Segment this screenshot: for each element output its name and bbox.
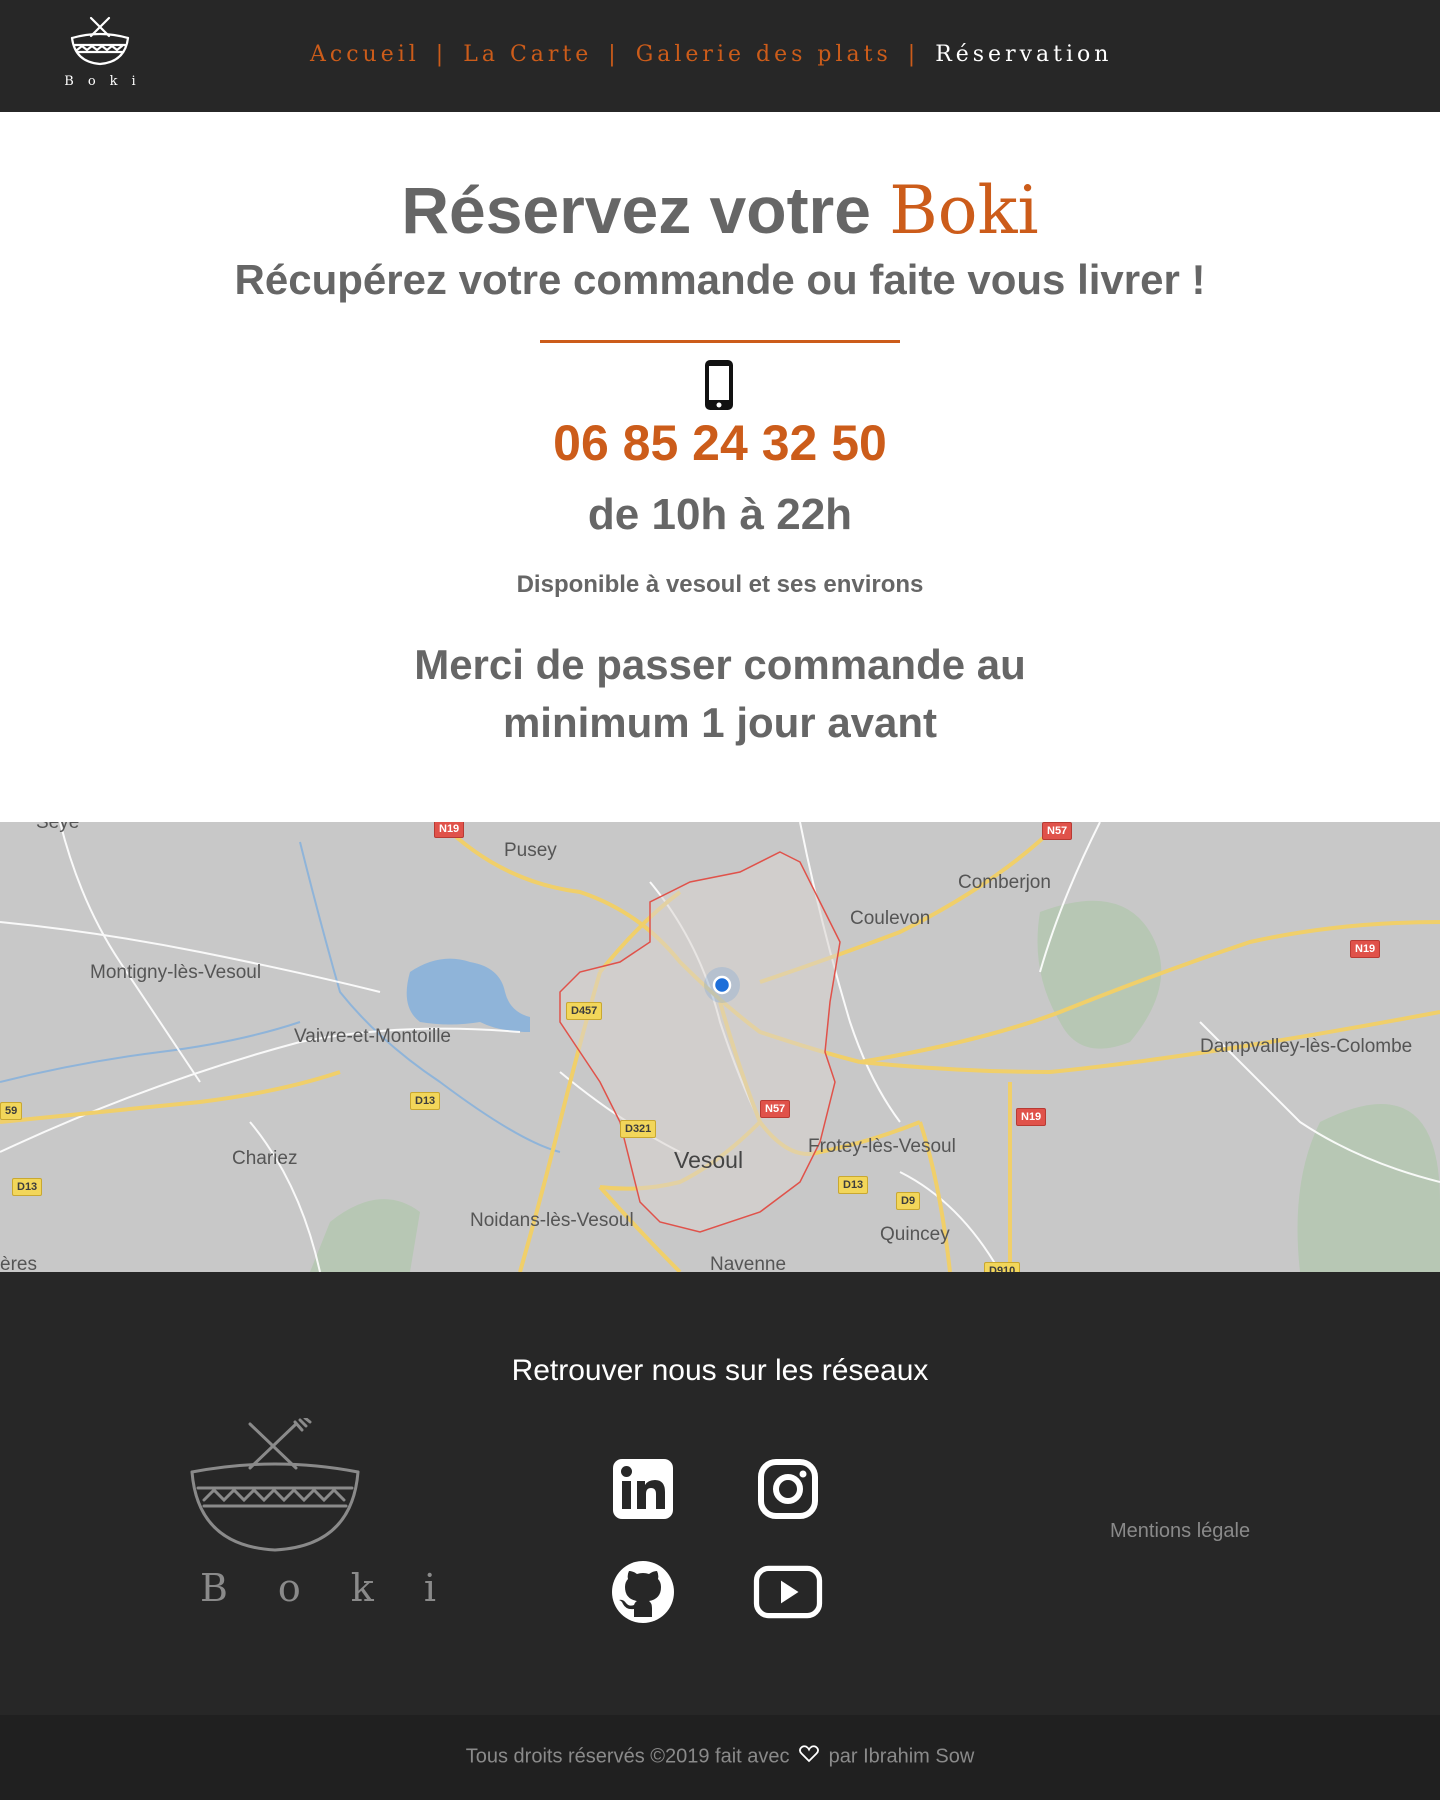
road-badge: D321 <box>620 1120 657 1138</box>
nav-galerie[interactable]: Galerie des plats <box>636 42 892 67</box>
road-badge: D13 <box>410 1092 441 1110</box>
instagram-icon[interactable] <box>753 1454 823 1524</box>
nav-reservation[interactable]: Réservation <box>935 42 1112 67</box>
copyright-suffix: par Ibrahim Sow <box>828 1745 975 1768</box>
map-label-navenne: Navenne <box>710 1254 787 1272</box>
footer-title: Retrouver nous sur les réseaux <box>511 1354 929 1387</box>
map-label-frotey: Frotey-lès-Vesoul <box>808 1136 956 1157</box>
map-label-eres: ères <box>0 1254 37 1272</box>
nav-separator: | <box>435 41 448 67</box>
youtube-icon[interactable] <box>753 1557 823 1627</box>
footer-logo[interactable]: Boki <box>150 1416 486 1628</box>
nav-la-carte[interactable]: La Carte <box>463 42 592 67</box>
legal-notice-link[interactable]: Mentions légale <box>1110 1520 1250 1543</box>
nav-separator: | <box>608 41 620 67</box>
footer-logo-text: Boki <box>200 1566 486 1610</box>
delivery-zone: Disponible à vesoul et ses environs <box>516 571 924 598</box>
bowl-logo-icon <box>190 1416 360 1552</box>
road-badge: N19 <box>1350 940 1381 958</box>
copyright-bar: Tous droits réservés ©2019 fait avec par… <box>0 1715 1440 1800</box>
brand-logo[interactable]: Boki <box>50 14 150 98</box>
reservation-section: Réservez votre Boki Récupérez votre comm… <box>0 112 1440 822</box>
copyright-prefix: Tous droits réservés ©2019 fait avec <box>465 1745 790 1768</box>
map-label-chariez: Chariez <box>232 1148 298 1169</box>
road-badge: 59 <box>0 1102 23 1120</box>
title-brand: Boki <box>889 172 1039 249</box>
map-label-vaivre: Vaivre-et-Montoille <box>294 1026 451 1047</box>
linkedin-icon[interactable] <box>608 1454 678 1524</box>
nav-separator: | <box>907 41 920 67</box>
road-badge: D910 <box>984 1262 1021 1272</box>
map-label-vesoul: Vesoul <box>674 1147 744 1173</box>
title-prefix: Réservez votre <box>401 173 871 247</box>
main-nav: Accueil | La Carte | Galerie des plats |… <box>310 38 1112 70</box>
smartphone-icon <box>702 358 736 412</box>
logo-text: Boki <box>64 74 150 89</box>
copyright-text: Tous droits réservés ©2019 fait avec par… <box>0 1745 1440 1769</box>
road-badge: D13 <box>12 1178 43 1196</box>
nav-accueil[interactable]: Accueil <box>310 42 420 67</box>
map-label-coulevon: Coulevon <box>850 908 931 929</box>
delivery-map[interactable]: Pusey Comberjon Coulevon Montigny-lès-Ve… <box>0 822 1440 1272</box>
heart-icon <box>799 1745 820 1769</box>
opening-hours: de 10h à 22h <box>587 490 853 539</box>
map-label-dampvalley: Dampvalley-lès-Colombe <box>1200 1036 1413 1057</box>
road-badge: N19 <box>434 822 465 838</box>
road-badge: N57 <box>1042 822 1073 840</box>
page-title: Réservez votre Boki <box>0 172 1440 249</box>
phone-number[interactable]: 06 85 24 32 50 <box>0 414 1440 472</box>
github-icon[interactable] <box>608 1557 678 1627</box>
order-notice: Merci de passer commande au minimum 1 jo… <box>414 641 1026 746</box>
road-badge: N57 <box>760 1100 791 1118</box>
map-label-seye: Seye <box>36 822 80 833</box>
bowl-logo-icon <box>70 16 130 66</box>
map-label-quincey: Quincey <box>880 1224 950 1245</box>
road-badge: D9 <box>896 1192 921 1210</box>
top-header: Boki Accueil | La Carte | Galerie des pl… <box>0 0 1440 112</box>
map-label-montigny: Montigny-lès-Vesoul <box>90 962 262 983</box>
map-label-noidans: Noidans-lès-Vesoul <box>470 1210 634 1231</box>
map-label-pusey: Pusey <box>504 840 557 861</box>
site-footer: Retrouver nous sur les réseaux Boki Ment… <box>0 1272 1440 1715</box>
road-badge: D457 <box>566 1002 603 1020</box>
page-subtitle: Récupérez votre commande ou faite vous l… <box>234 256 1206 303</box>
road-badge: N19 <box>1016 1108 1047 1126</box>
map-label-comberjon: Comberjon <box>958 872 1051 893</box>
road-badge: D13 <box>838 1176 869 1194</box>
accent-divider <box>540 340 900 343</box>
